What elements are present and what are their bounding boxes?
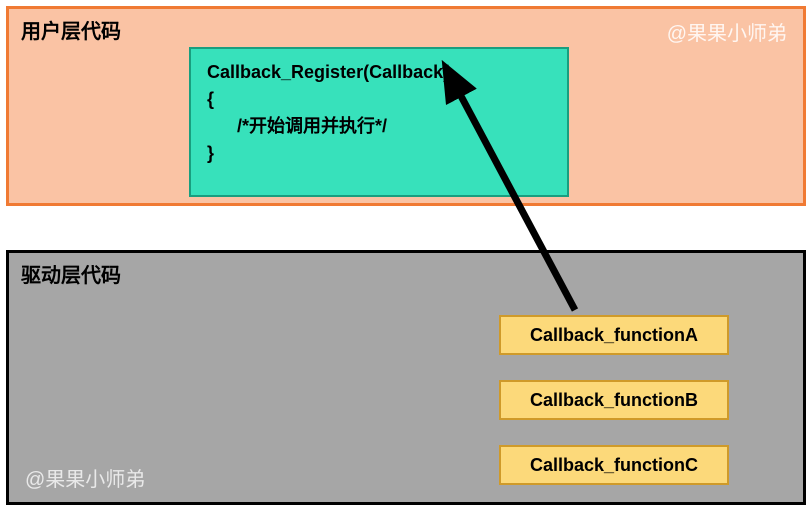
callback-function-c-label: Callback_functionC	[530, 455, 698, 476]
driver-layer-box: 驱动层代码 @果果小师弟 Callback_functionA Callback…	[6, 250, 806, 505]
code-line-3: /*开始调用并执行*/	[207, 113, 551, 140]
user-layer-box: 用户层代码 @果果小师弟 Callback_Register(Callback)…	[6, 6, 806, 206]
callback-function-a-box: Callback_functionA	[499, 315, 729, 355]
callback-function-a-label: Callback_functionA	[530, 325, 698, 346]
watermark-top-right: @果果小师弟	[667, 17, 787, 46]
watermark-bottom-left: @果果小师弟	[25, 463, 145, 492]
code-line-2: {	[207, 86, 551, 113]
callback-function-b-label: Callback_functionB	[530, 390, 698, 411]
callback-register-code-block: Callback_Register(Callback) { /*开始调用并执行*…	[189, 47, 569, 197]
code-line-4: }	[207, 140, 551, 167]
code-line-1: Callback_Register(Callback)	[207, 59, 551, 86]
callback-function-c-box: Callback_functionC	[499, 445, 729, 485]
user-layer-title: 用户层代码	[21, 15, 121, 44]
driver-layer-title: 驱动层代码	[21, 259, 121, 288]
callback-function-b-box: Callback_functionB	[499, 380, 729, 420]
